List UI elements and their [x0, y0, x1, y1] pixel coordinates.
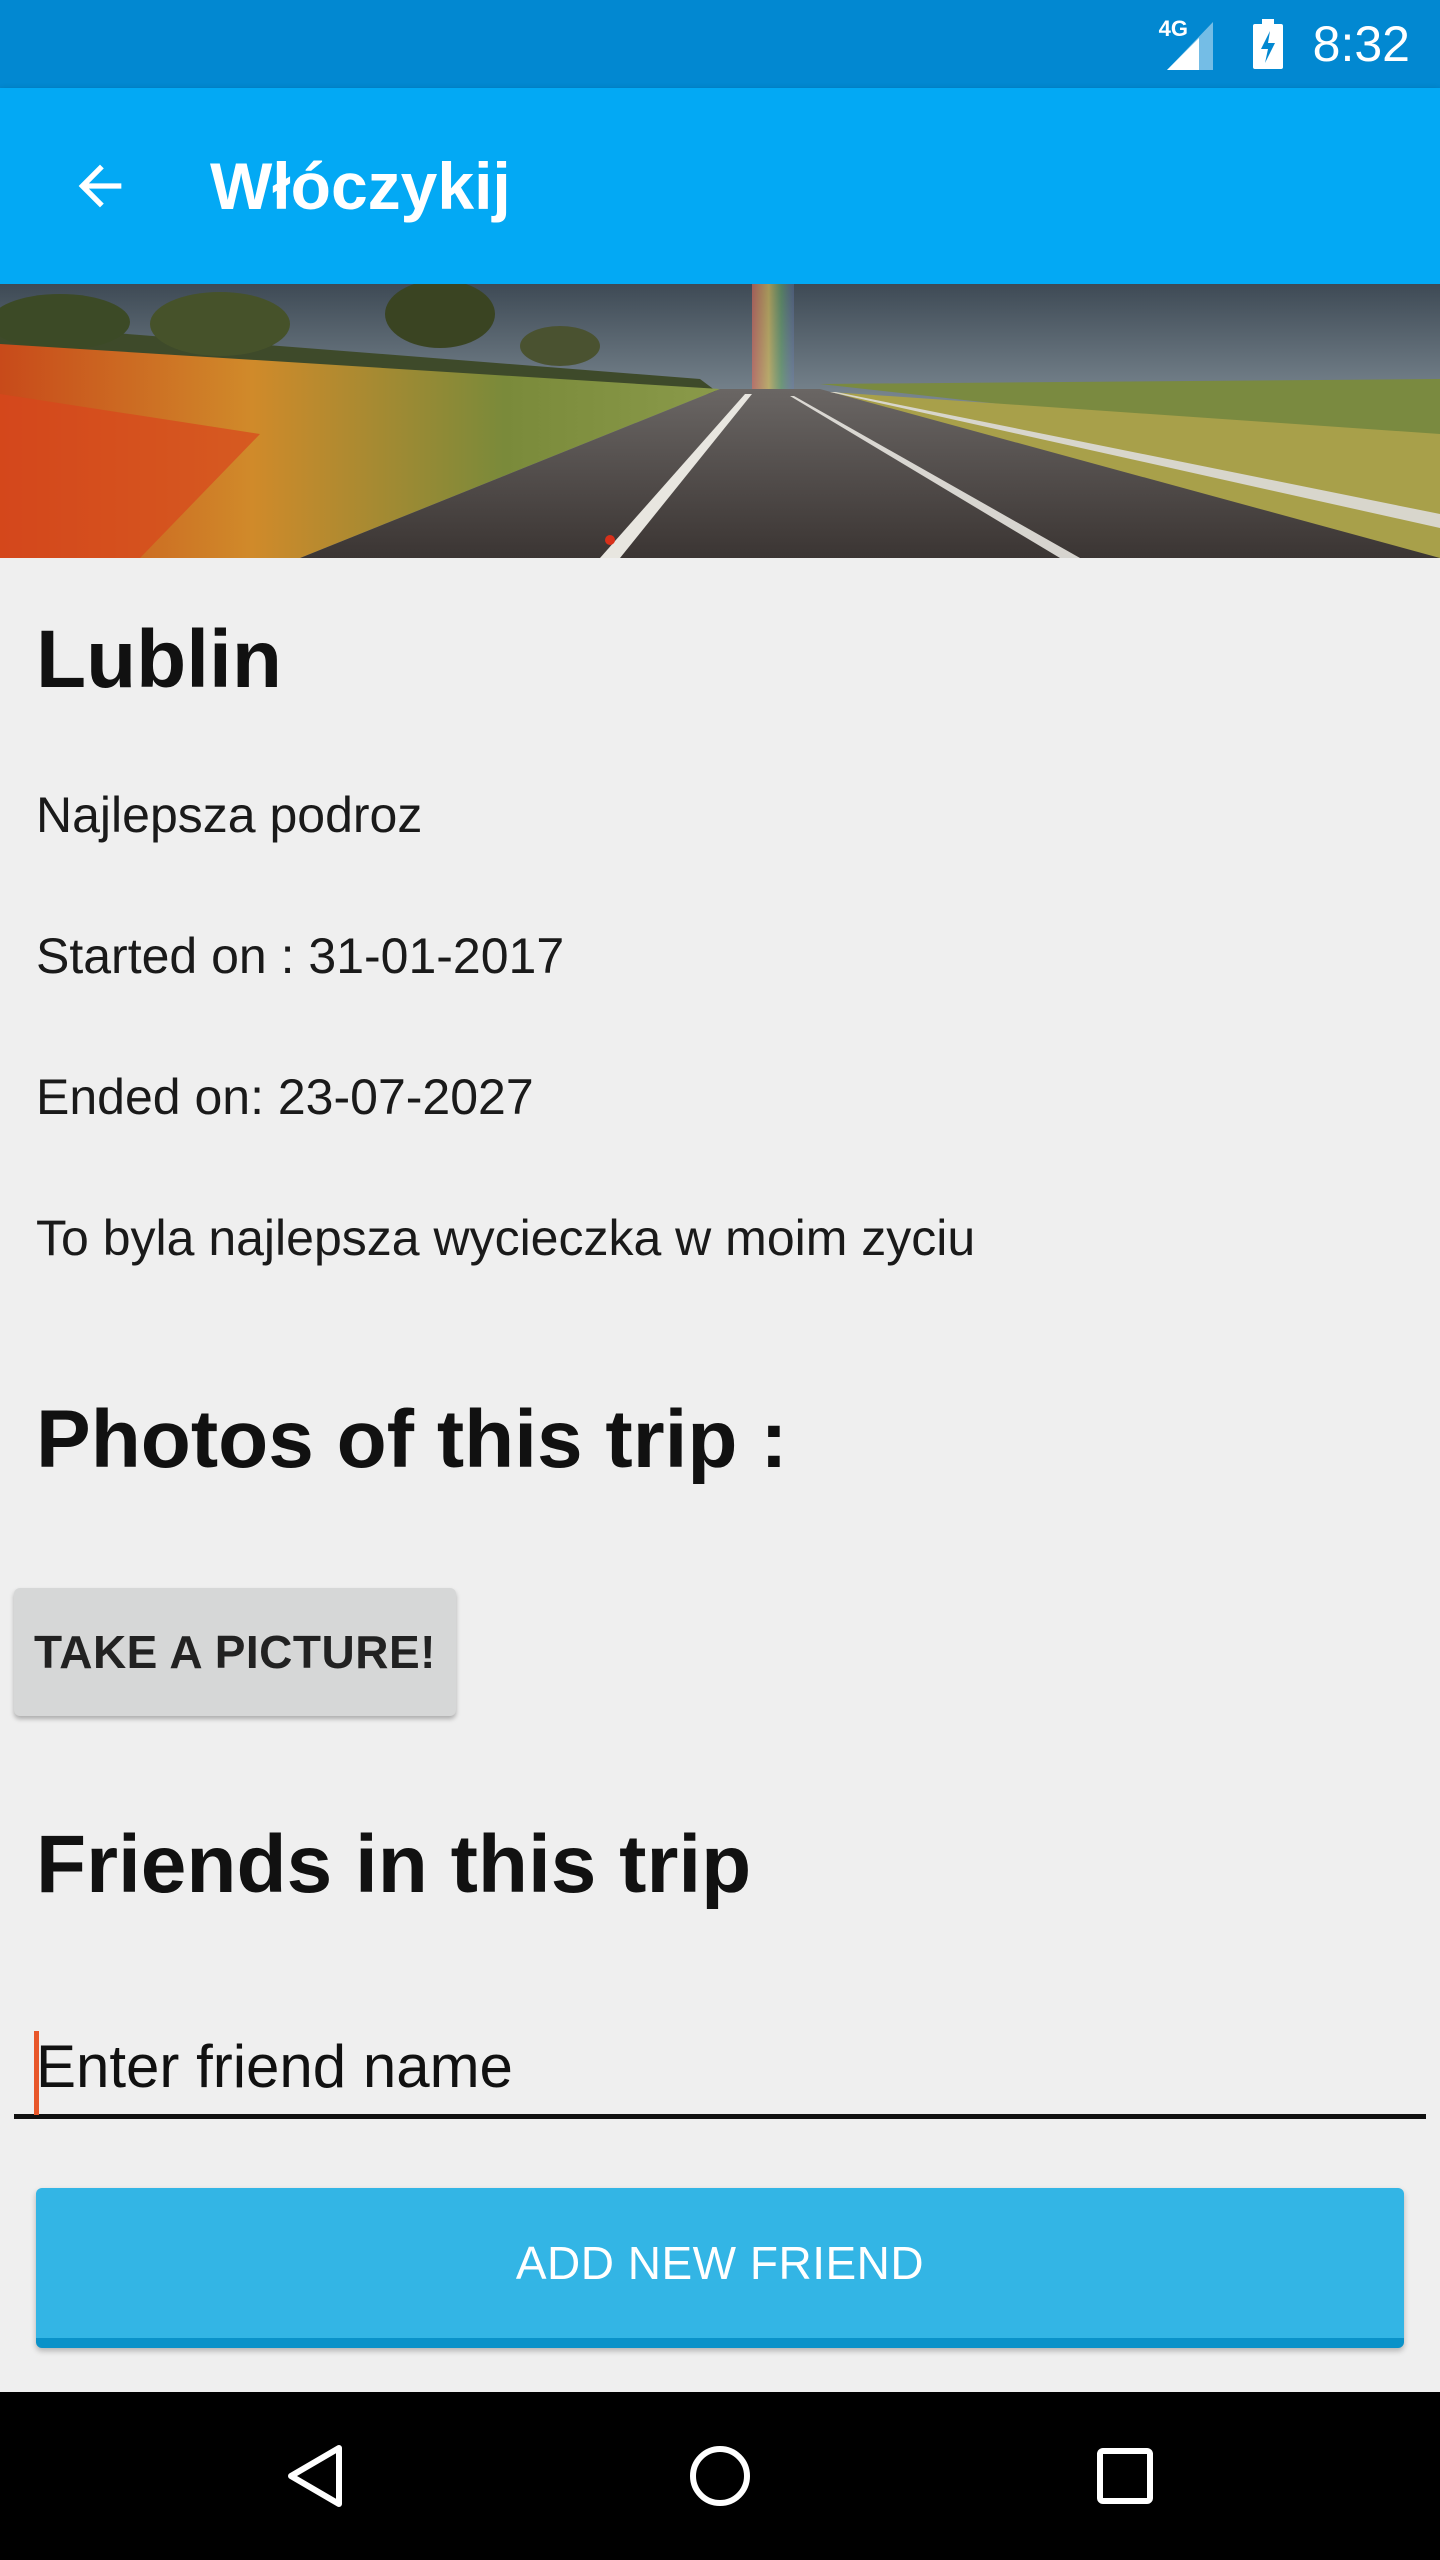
system-nav-bar	[0, 2392, 1440, 2560]
back-button[interactable]	[40, 126, 160, 246]
nav-back-button[interactable]	[265, 2426, 365, 2526]
trip-start-date: Started on : 31-01-2017	[36, 928, 565, 984]
trip-banner-image	[0, 284, 1440, 558]
friend-name-field[interactable]	[14, 2021, 1426, 2119]
battery-icon	[1252, 19, 1283, 69]
nav-home-icon	[690, 2446, 750, 2506]
signal-icon: 4G	[1159, 16, 1223, 72]
arrow-back-icon	[78, 164, 122, 208]
add-new-friend-button[interactable]: ADD NEW FRIEND	[36, 2188, 1404, 2348]
friend-name-input[interactable]	[36, 2021, 1416, 2111]
take-picture-button[interactable]: TAKE A PICTURE!	[14, 1588, 456, 1716]
status-bar: 4G 8:32	[0, 0, 1440, 88]
app-bar: Włóczykij	[0, 88, 1440, 284]
nav-back-icon	[288, 2445, 342, 2507]
nav-home-button[interactable]	[670, 2426, 770, 2526]
photos-heading: Photos of this trip :	[36, 1394, 788, 1485]
app-title: Włóczykij	[210, 149, 511, 223]
trip-description: To byla najlepsza wycieczka w moim zyciu	[36, 1210, 976, 1266]
trip-subtitle: Najlepsza podroz	[36, 787, 423, 843]
network-type-label: 4G	[1158, 16, 1189, 41]
friends-heading: Friends in this trip	[36, 1819, 752, 1910]
trip-title: Lublin	[36, 614, 282, 705]
trip-end-date: Ended on: 23-07-2027	[36, 1069, 534, 1125]
nav-recents-icon	[1097, 2448, 1153, 2504]
clock: 8:32	[1312, 16, 1410, 72]
nav-recents-button[interactable]	[1075, 2426, 1175, 2526]
